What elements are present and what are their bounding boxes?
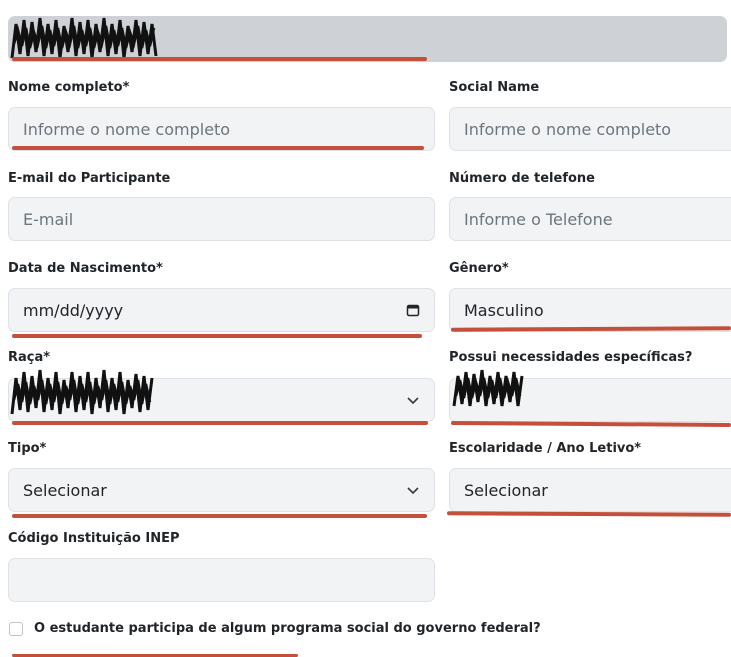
birth-date-label: Data de Nascimento* [8,261,163,276]
birth-date-value: mm/dd/yyyy [23,300,124,320]
full-name-label: Nome completo* [8,80,130,95]
chevron-down-icon[interactable] [406,485,420,495]
redaction-scribble [10,17,158,59]
annotation-underline [450,421,731,427]
email-label: E-mail do Participante [8,171,171,186]
inep-code-label: Código Instituição INEP [8,531,180,546]
schooling-label: Escolaridade / Ano Letivo* [449,441,642,456]
social-name-placeholder: Informe o nome completo [464,119,672,139]
full-name-input[interactable]: Informe o nome completo [8,107,435,151]
social-program-checkbox[interactable] [9,622,23,636]
chevron-down-icon[interactable] [406,395,420,405]
gender-select[interactable]: Masculino [449,288,731,332]
email-input[interactable]: E-mail [8,197,435,241]
social-name-label: Social Name [449,80,540,95]
annotation-underline [12,57,427,61]
annotation-underline [446,511,731,517]
birth-date-input[interactable]: mm/dd/yyyy [8,288,435,332]
redaction-scribble [10,369,154,415]
race-label: Raça* [8,350,51,365]
gender-label: Gênero* [449,261,509,276]
annotation-underline [12,146,424,150]
phone-placeholder: Informe o Telefone [464,209,613,229]
social-program-label: O estudante participa de algum programa … [34,621,541,636]
phone-label: Número de telefone [449,171,595,186]
schooling-value: Selecionar [464,480,548,500]
email-placeholder: E-mail [23,209,74,229]
special-needs-label: Possui necessidades específicas? [449,350,693,365]
annotation-underline [12,421,428,425]
annotation-underline [12,334,422,338]
annotation-underline [12,514,427,518]
inep-code-input[interactable] [8,558,435,602]
social-name-input[interactable]: Informe o nome completo [449,107,731,151]
phone-input[interactable]: Informe o Telefone [449,197,731,241]
calendar-icon[interactable] [406,303,420,317]
full-name-placeholder: Informe o nome completo [23,119,231,139]
schooling-select[interactable]: Selecionar [449,468,731,512]
redaction-scribble [452,369,524,407]
gender-value: Masculino [464,300,544,320]
type-select[interactable]: Selecionar [8,468,435,512]
type-label: Tipo* [8,441,47,456]
type-value: Selecionar [23,480,107,500]
